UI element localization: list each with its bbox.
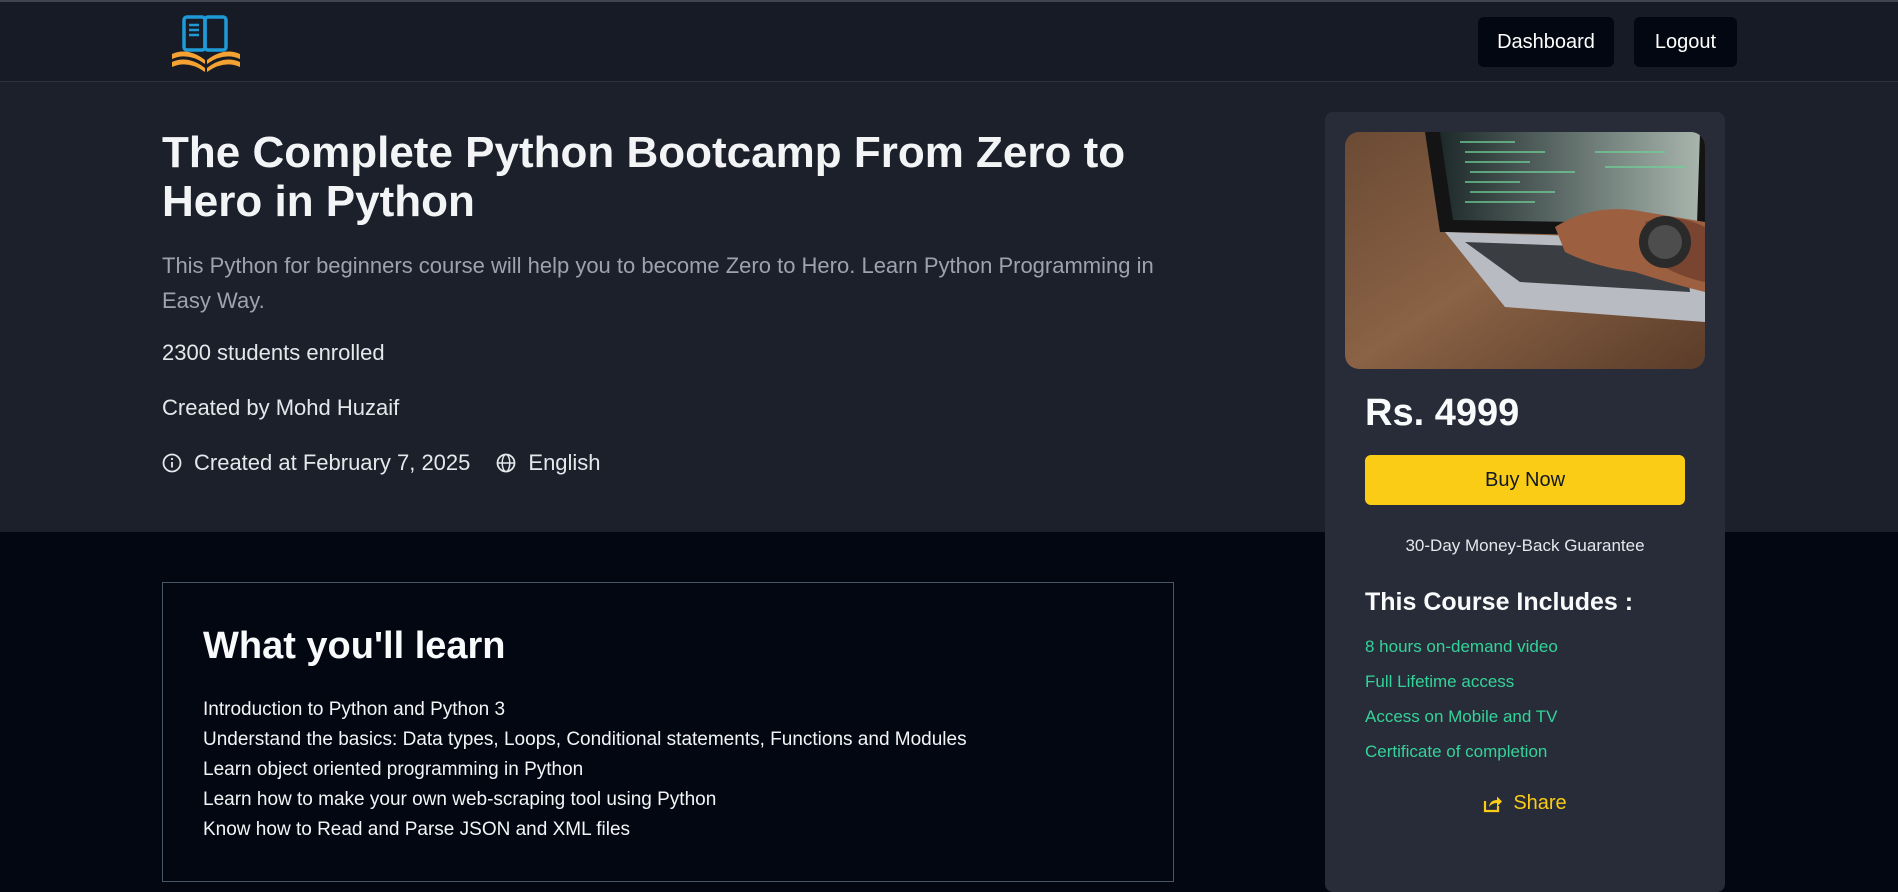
includes-item: Certificate of completion xyxy=(1365,742,1548,761)
purchase-card: Rs. 4999 Buy Now 30-Day Money-Back Guara… xyxy=(1325,112,1725,892)
course-thumbnail xyxy=(1345,132,1705,369)
info-icon xyxy=(162,453,182,473)
includes-item: Access on Mobile and TV xyxy=(1365,707,1558,726)
money-back-guarantee: 30-Day Money-Back Guarantee xyxy=(1405,536,1645,555)
logout-button[interactable]: Logout xyxy=(1634,17,1737,67)
enrolled-count: 2300 students enrolled xyxy=(162,340,385,365)
created-date-text: Created at February 7, 2025 xyxy=(194,450,471,475)
learn-item: Learn how to make your own web-scraping … xyxy=(203,789,717,810)
course-language: English xyxy=(496,450,601,476)
includes-list: 8 hours on-demand video Full Lifetime ac… xyxy=(1365,629,1558,769)
share-label: Share xyxy=(1513,792,1567,814)
created-date: Created at February 7, 2025 xyxy=(162,450,470,476)
share-button[interactable]: Share xyxy=(1325,792,1725,815)
dashboard-button[interactable]: Dashboard xyxy=(1478,17,1614,67)
language-text: English xyxy=(528,450,601,475)
includes-item: Full Lifetime access xyxy=(1365,672,1515,691)
course-creator: Created by Mohd Huzaif xyxy=(162,395,400,420)
learn-item: Introduction to Python and Python 3 xyxy=(203,699,506,720)
course-title: The Complete Python Bootcamp From Zero t… xyxy=(162,128,1126,226)
course-description: This Python for beginners course will he… xyxy=(162,253,1154,313)
navbar: Dashboard Logout xyxy=(0,2,1898,82)
share-icon xyxy=(1483,795,1503,813)
buy-now-button[interactable]: Buy Now xyxy=(1365,455,1685,505)
course-meta: Created at February 7, 2025 English xyxy=(162,450,601,476)
learn-section: What you'll learn Introduction to Python… xyxy=(162,582,1174,882)
learn-item: Learn object oriented programming in Pyt… xyxy=(203,759,584,780)
learn-item: Know how to Read and Parse JSON and XML … xyxy=(203,819,631,840)
includes-item: 8 hours on-demand video xyxy=(1365,637,1558,656)
course-price: Rs. 4999 xyxy=(1365,392,1520,434)
learn-list: Introduction to Python and Python 3 Unde… xyxy=(203,695,967,845)
open-book-icon[interactable] xyxy=(170,14,242,72)
learn-item: Understand the basics: Data types, Loops… xyxy=(203,729,967,750)
learn-heading: What you'll learn xyxy=(203,625,506,667)
globe-icon xyxy=(496,453,516,473)
includes-heading: This Course Includes : xyxy=(1365,588,1634,616)
